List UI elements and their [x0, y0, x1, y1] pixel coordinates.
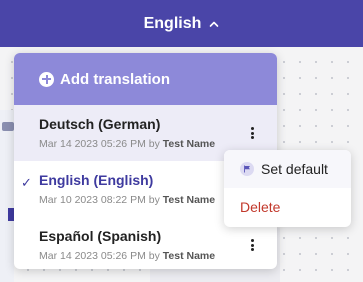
chevron-up-icon	[210, 21, 219, 27]
add-translation-label: Add translation	[60, 70, 171, 88]
language-author: Test Name	[162, 250, 216, 262]
language-date: Mar 14 2023 05:26 PM	[39, 138, 146, 150]
check-icon: ✓	[21, 175, 32, 190]
add-translation-button[interactable]: Add translation	[14, 53, 277, 105]
language-by: by	[148, 138, 160, 150]
kebab-icon[interactable]	[248, 125, 256, 141]
language-date: Mar 10 2023 08:22 PM	[39, 194, 146, 206]
language-by: by	[148, 250, 160, 262]
language-meta: Mar 14 2023 05:26 PM by Test Name	[39, 250, 277, 262]
current-language-label: English	[143, 14, 202, 32]
language-name: Español (Spanish)	[39, 228, 162, 244]
top-bar: English	[0, 0, 363, 47]
delete-label: Delete	[240, 199, 281, 215]
language-name: Deutsch (German)	[39, 116, 161, 132]
set-default-menu-item[interactable]: Set default	[224, 150, 351, 188]
set-default-label: Set default	[261, 161, 328, 177]
language-author: Test Name	[162, 138, 216, 150]
delete-menu-item[interactable]: Delete	[224, 188, 351, 226]
background-tag	[2, 122, 14, 131]
kebab-icon[interactable]	[248, 237, 256, 253]
background-panel	[0, 110, 14, 282]
language-by: by	[148, 194, 160, 206]
language-meta: Mar 14 2023 05:26 PM by Test Name	[39, 138, 277, 150]
language-selector[interactable]: English	[144, 15, 220, 33]
flag-icon	[240, 162, 254, 176]
language-date: Mar 14 2023 05:26 PM	[39, 250, 146, 262]
plus-circle-icon	[39, 71, 54, 87]
language-context-menu: Set default Delete	[224, 150, 351, 227]
language-author: Test Name	[162, 194, 216, 206]
